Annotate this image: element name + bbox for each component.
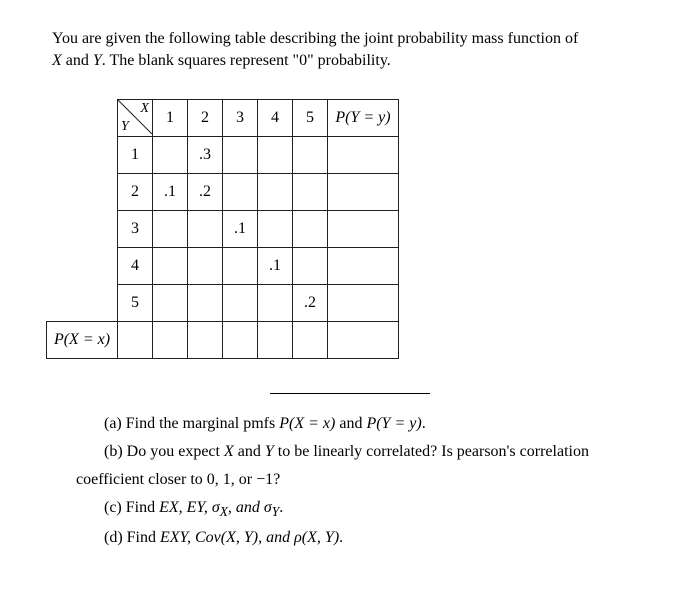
qa-pre: (a) Find the marginal pmfs (104, 415, 279, 432)
col-header: 2 (188, 100, 223, 137)
cell (223, 174, 258, 211)
py-cell (328, 285, 399, 322)
cell (258, 174, 293, 211)
qc-post: . (279, 499, 283, 516)
intro-rest: . The blank squares represent "0" probab… (102, 52, 391, 69)
intro-line1: You are given the following table descri… (52, 30, 578, 47)
qa-post: . (422, 415, 426, 432)
jpmf-table-wrap: X Y 1 2 3 4 5 P(Y = y) 1 .3 (46, 99, 648, 359)
cell: .1 (153, 174, 188, 211)
py-cell (328, 211, 399, 248)
cell (188, 285, 223, 322)
corner-x-label: X (140, 101, 149, 117)
px-py-corner (328, 322, 399, 359)
cell: .2 (188, 174, 223, 211)
cell: .2 (293, 285, 328, 322)
table-row: 3 .1 (47, 211, 399, 248)
col-header: 1 (153, 100, 188, 137)
px-row: P(X = x) (47, 322, 399, 359)
cell: .1 (258, 248, 293, 285)
question-b-line1: (b) Do you expect X and Y to be linearly… (76, 440, 648, 464)
px-cell (258, 322, 293, 359)
jpmf-table: X Y 1 2 3 4 5 P(Y = y) 1 .3 (46, 99, 399, 359)
qb-pre: (b) Do you expect (104, 443, 224, 460)
table-row: 1 .3 (47, 137, 399, 174)
cell (153, 248, 188, 285)
cell (258, 285, 293, 322)
blank-left (47, 248, 118, 285)
cell: .3 (188, 137, 223, 174)
px-cell (223, 322, 258, 359)
col-header: 3 (223, 100, 258, 137)
px-cell (293, 322, 328, 359)
xy-corner-cell: X Y (118, 100, 153, 137)
var-y: Y (93, 52, 102, 69)
table-row: 2 .1 .2 (47, 174, 399, 211)
qc-items: EX, EY, σX, and σY (159, 499, 279, 516)
cell (153, 211, 188, 248)
intro-text: You are given the following table descri… (52, 28, 648, 71)
blank-left (47, 211, 118, 248)
cell (223, 285, 258, 322)
px-blank-under-corner (118, 322, 153, 359)
py-cell (328, 137, 399, 174)
col-header: 4 (258, 100, 293, 137)
var-x: X (52, 52, 62, 69)
corner-y-label: Y (121, 119, 129, 135)
row-header: 4 (118, 248, 153, 285)
question-d: (d) Find EXY, Cov(X, Y), and ρ(X, Y). (76, 526, 648, 550)
table-row: 5 .2 (47, 285, 399, 322)
cell (223, 248, 258, 285)
cell (293, 137, 328, 174)
cell (293, 211, 328, 248)
question-a: (a) Find the marginal pmfs P(X = x) and … (76, 412, 648, 436)
table-header-row: X Y 1 2 3 4 5 P(Y = y) (47, 100, 399, 137)
table-row: 4 .1 (47, 248, 399, 285)
questions-block: (a) Find the marginal pmfs P(X = x) and … (52, 412, 648, 550)
qb-mid: and (234, 443, 265, 460)
qa-mid: and (335, 415, 366, 432)
divider-line (270, 393, 430, 394)
row-header: 1 (118, 137, 153, 174)
qa-py: P(Y = y) (366, 415, 421, 432)
py-cell (328, 174, 399, 211)
row-header: 3 (118, 211, 153, 248)
cell (188, 211, 223, 248)
cell: .1 (223, 211, 258, 248)
px-cell (188, 322, 223, 359)
blank-left (47, 137, 118, 174)
qb-x: X (224, 443, 234, 460)
cell (293, 174, 328, 211)
question-c: (c) Find EX, EY, σX, and σY. (76, 496, 648, 522)
qa-px: P(X = x) (279, 415, 335, 432)
qd-items: EXY, Cov(X, Y), and ρ(X, Y) (160, 529, 339, 546)
intro-and: and (62, 52, 93, 69)
py-header: P(Y = y) (328, 100, 399, 137)
px-label-cell: P(X = x) (47, 322, 118, 359)
cell (153, 285, 188, 322)
blank-left (47, 174, 118, 211)
cell (258, 211, 293, 248)
px-cell (153, 322, 188, 359)
row-header: 5 (118, 285, 153, 322)
cell (188, 248, 223, 285)
qd-post: . (339, 529, 343, 546)
cell (293, 248, 328, 285)
py-cell (328, 248, 399, 285)
question-b-line2: coefficient closer to 0, 1, or −1? (76, 468, 648, 492)
qd-pre: (d) Find (104, 529, 160, 546)
page: You are given the following table descri… (0, 0, 700, 550)
qb-y: Y (265, 443, 274, 460)
blank-left (47, 285, 118, 322)
row-header: 2 (118, 174, 153, 211)
cell (153, 137, 188, 174)
qc-pre: (c) Find (104, 499, 159, 516)
cell (223, 137, 258, 174)
px-label-text: P(X = x) (54, 331, 110, 348)
qb-rest: to be linearly correlated? Is pearson's … (274, 443, 589, 460)
col-header: 5 (293, 100, 328, 137)
cell (258, 137, 293, 174)
blank-corner-left (47, 100, 118, 137)
py-header-text: P(Y = y) (335, 109, 390, 126)
